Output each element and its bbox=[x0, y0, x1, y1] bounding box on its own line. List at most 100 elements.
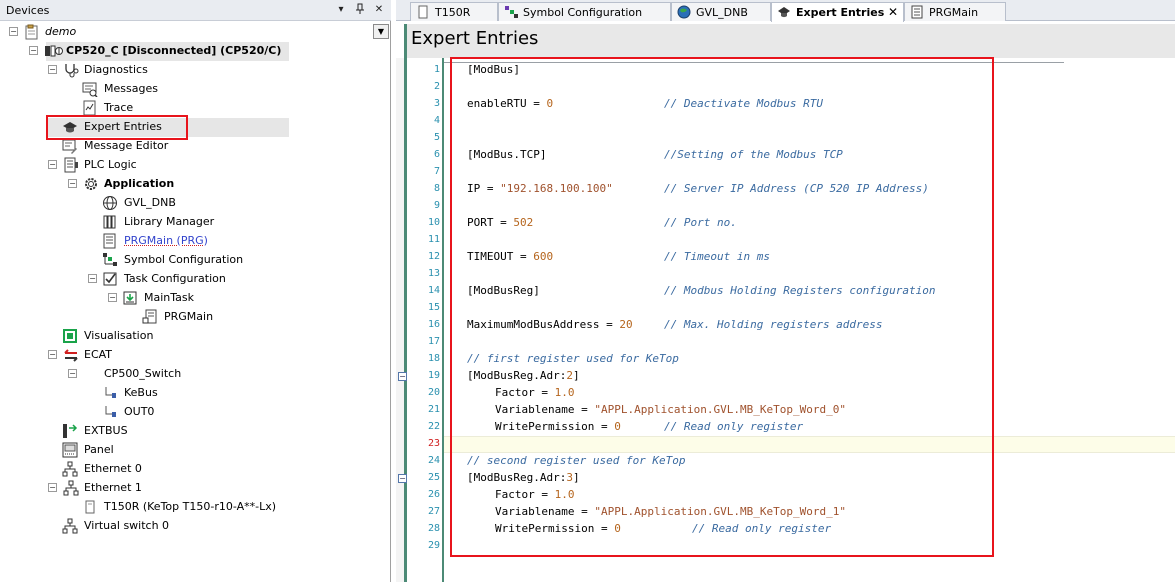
tree-label-ecat: ECAT bbox=[84, 348, 113, 361]
fold-collapse-icon[interactable]: − bbox=[398, 474, 407, 483]
tree-label-application: Application bbox=[104, 177, 175, 190]
tree-item-library-manager[interactable]: Library Manager bbox=[0, 213, 370, 232]
tree-item-ecat[interactable]: − ECAT bbox=[0, 346, 370, 365]
close-icon[interactable]: ✕ bbox=[372, 3, 386, 17]
line-number: 9 bbox=[433, 200, 440, 211]
tree-item-demo[interactable]: − demo bbox=[0, 23, 370, 42]
collapse-icon[interactable]: − bbox=[108, 293, 117, 302]
tree-label-ethernet0: Ethernet 0 bbox=[84, 462, 142, 475]
tree-item-plc-logic[interactable]: − PLC Logic bbox=[0, 156, 370, 175]
network-icon bbox=[62, 461, 78, 477]
collapse-icon[interactable]: − bbox=[68, 179, 77, 188]
tree-label-demo: demo bbox=[45, 25, 77, 38]
tree-label-controller: CP520_C [Disconnected] (CP520/C) bbox=[66, 44, 282, 57]
dropdown-arrow-icon[interactable]: ▼ bbox=[373, 24, 389, 39]
line-number: 10 bbox=[427, 217, 440, 228]
panel-icon bbox=[62, 442, 78, 458]
line-number: 22 bbox=[427, 421, 440, 432]
globe-icon bbox=[103, 196, 117, 210]
connector-icon bbox=[105, 387, 116, 398]
tree-item-ethernet0[interactable]: Ethernet 0 bbox=[0, 460, 370, 479]
line-number: 29 bbox=[427, 540, 440, 551]
tree-item-symbol-configuration[interactable]: Symbol Configuration bbox=[0, 251, 370, 270]
pin-icon[interactable] bbox=[353, 3, 367, 17]
symbol-config-icon bbox=[505, 6, 518, 18]
gear-icon bbox=[85, 178, 97, 190]
tree-item-task-configuration[interactable]: − Task Configuration bbox=[0, 270, 370, 289]
tree-item-prgmain-prg[interactable]: PRGMain (PRG) bbox=[0, 232, 370, 251]
collapse-icon[interactable]: − bbox=[48, 160, 57, 169]
tree-label-maintask: MainTask bbox=[144, 291, 194, 304]
tree-item-gvl-dnb[interactable]: GVL_DNB bbox=[0, 194, 370, 213]
line-number: 5 bbox=[433, 132, 440, 143]
tree-item-out0[interactable]: OUT0 bbox=[0, 403, 370, 422]
tree-item-panel[interactable]: Panel bbox=[0, 441, 370, 460]
line-number: 12 bbox=[427, 251, 440, 262]
project-icon bbox=[25, 24, 38, 40]
tree-item-ethernet1[interactable]: − Ethernet 1 bbox=[0, 479, 370, 498]
library-icon bbox=[103, 215, 116, 229]
line-number: 11 bbox=[427, 234, 440, 245]
devices-pane-title: Devices bbox=[6, 4, 50, 17]
tab-label: PRGMain bbox=[929, 6, 979, 19]
tree-item-virtual-switch[interactable]: Virtual switch 0 bbox=[0, 517, 370, 536]
tree-item-kebus[interactable]: KeBus bbox=[0, 384, 370, 403]
collapse-icon[interactable]: − bbox=[68, 369, 77, 378]
line-number-current: 23 bbox=[427, 438, 440, 449]
line-number: 15 bbox=[427, 302, 440, 313]
collapse-icon[interactable]: − bbox=[48, 65, 57, 74]
line-number: 20 bbox=[427, 387, 440, 398]
stethoscope-icon bbox=[65, 64, 79, 78]
tree-item-visualisation[interactable]: Visualisation bbox=[0, 327, 370, 346]
line-number: 25 bbox=[427, 472, 440, 483]
tree-item-extbus[interactable]: EXTBUS bbox=[0, 422, 370, 441]
tree-label-kebus: KeBus bbox=[124, 386, 158, 399]
line-number: 14 bbox=[427, 285, 440, 296]
tab-symbol-configuration[interactable]: Symbol Configuration bbox=[498, 2, 671, 21]
tab-prgmain[interactable]: PRGMain bbox=[904, 2, 1006, 21]
tree-item-maintask[interactable]: − MainTask bbox=[0, 289, 370, 308]
tree-label-message-editor: Message Editor bbox=[84, 139, 169, 152]
collapse-icon[interactable]: − bbox=[9, 27, 18, 36]
tree-label-t150r: T150R (KeTop T150-r10-A**-Lx) bbox=[104, 500, 276, 513]
editor-tab-bar: T150R Symbol Configuration GVL_DNB Exper… bbox=[396, 0, 1175, 22]
tree-item-messages[interactable]: Messages bbox=[0, 80, 370, 99]
network-icon bbox=[62, 518, 78, 534]
tree-label-prgmain-prg: PRGMain (PRG) bbox=[124, 234, 208, 247]
task-icon bbox=[123, 291, 137, 305]
tree-label-diagnostics: Diagnostics bbox=[84, 63, 148, 76]
tab-label: Expert Entries bbox=[796, 6, 885, 19]
tree-label-library-manager: Library Manager bbox=[124, 215, 215, 228]
tab-t150r[interactable]: T150R bbox=[410, 2, 498, 21]
tree-item-diagnostics[interactable]: − Diagnostics bbox=[0, 61, 370, 80]
collapse-icon[interactable]: − bbox=[48, 350, 57, 359]
line-number: 28 bbox=[427, 523, 440, 534]
line-number: 1 bbox=[433, 64, 440, 75]
checklist-icon bbox=[103, 272, 117, 286]
tree-label-visualisation: Visualisation bbox=[84, 329, 154, 342]
tree-label-trace: Trace bbox=[104, 101, 134, 114]
fold-collapse-icon[interactable]: − bbox=[398, 372, 407, 381]
line-number: 24 bbox=[427, 455, 440, 466]
menu-arrow-icon[interactable]: ▾ bbox=[334, 3, 348, 17]
tree-item-cp500-switch[interactable]: − CP500_Switch bbox=[0, 365, 370, 384]
tree-item-controller[interactable]: − CP520_C [Disconnected] (CP520/C) bbox=[0, 42, 370, 61]
tree-label-plc-logic: PLC Logic bbox=[84, 158, 137, 171]
line-number: 7 bbox=[433, 166, 440, 177]
tree-label-out0: OUT0 bbox=[124, 405, 155, 418]
collapse-icon[interactable]: − bbox=[88, 274, 97, 283]
annotation-highlight-box bbox=[46, 115, 188, 140]
tree-label-prgmain: PRGMain bbox=[164, 310, 214, 323]
tab-gvl-dnb[interactable]: GVL_DNB bbox=[671, 2, 771, 21]
extbus-icon bbox=[63, 424, 78, 438]
tab-expert-entries[interactable]: Expert Entries ✕ bbox=[771, 2, 904, 22]
collapse-icon[interactable]: − bbox=[48, 483, 57, 492]
collapse-icon[interactable]: − bbox=[29, 46, 38, 55]
tree-item-application[interactable]: − Application bbox=[0, 175, 370, 194]
devices-pane-header: Devices ▾ ✕ bbox=[0, 0, 391, 21]
close-icon[interactable]: ✕ bbox=[888, 5, 898, 19]
devices-pane: Devices ▾ ✕ ▼ − demo − CP520_C [Disconne… bbox=[0, 0, 391, 582]
network-icon bbox=[63, 480, 79, 496]
tree-item-prgmain[interactable]: PRGMain bbox=[0, 308, 370, 327]
tree-item-t150r[interactable]: T150R (KeTop T150-r10-A**-Lx) bbox=[0, 498, 370, 517]
